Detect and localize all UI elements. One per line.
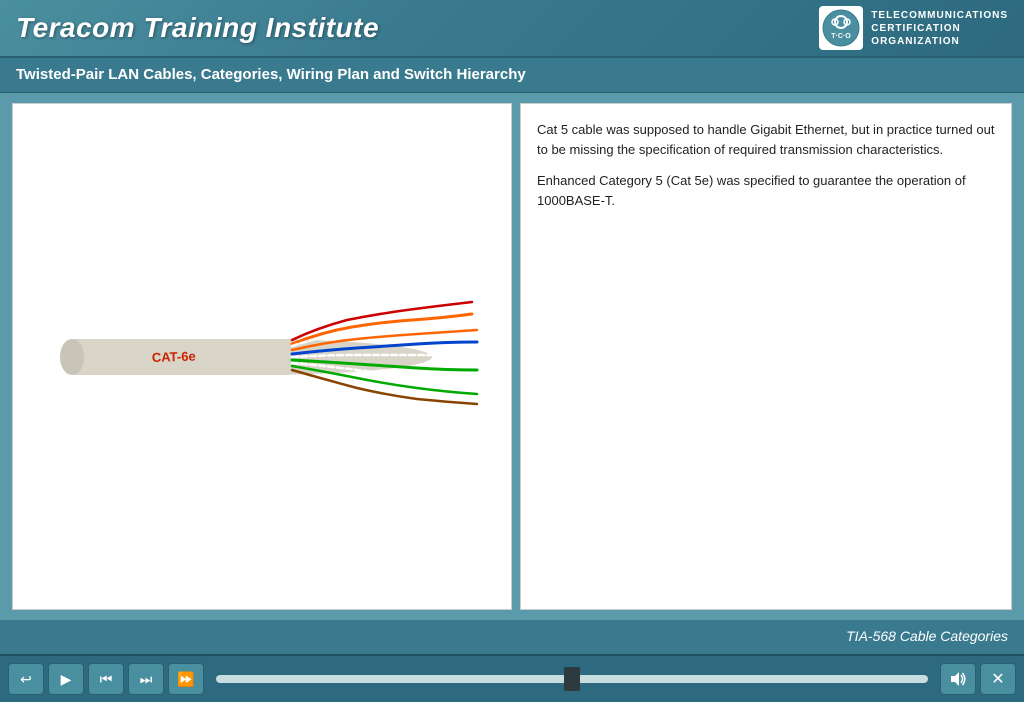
image-panel: CAT-6e: [12, 103, 512, 610]
fast-forward-button[interactable]: ⏩: [168, 663, 204, 695]
skip-back-button[interactable]: ⏮: [88, 663, 124, 695]
sub-header: Twisted-Pair LAN Cables, Categories, Wir…: [0, 58, 1024, 93]
progress-bar[interactable]: [216, 675, 928, 683]
svg-text:CAT-6e: CAT-6e: [152, 348, 196, 365]
paragraph-1: Cat 5 cable was supposed to handle Gigab…: [537, 120, 995, 159]
tco-line3: ORGANIZATION: [871, 35, 959, 48]
text-panel: Cat 5 cable was supposed to handle Gigab…: [520, 103, 1012, 610]
controls-bar: ↩ ▶ ⏮ ⏭ ⏩ ✕: [0, 654, 1024, 702]
slide-title: Twisted-Pair LAN Cables, Categories, Wir…: [16, 66, 526, 83]
main-content: CAT-6e: [0, 93, 1024, 620]
paragraph-2: Enhanced Category 5 (Cat 5e) was specifi…: [537, 171, 995, 210]
tco-line1: TELECOMMUNICATIONS: [871, 9, 1008, 22]
caption-text: TIA-568 Cable Categories: [846, 628, 1008, 644]
skip-next-button[interactable]: ⏭: [128, 663, 164, 695]
app-title: Teracom Training Institute: [16, 12, 379, 44]
back-button[interactable]: ↩: [8, 663, 44, 695]
cable-illustration: CAT-6e: [32, 292, 492, 422]
logo-area: T·C·O TELECOMMUNICATIONS CERTIFICATION O…: [819, 6, 1008, 50]
progress-thumb[interactable]: [564, 667, 580, 691]
svg-text:T·C·O: T·C·O: [832, 33, 852, 40]
play-button[interactable]: ▶: [48, 663, 84, 695]
tco-logo: T·C·O: [819, 6, 863, 50]
header: Teracom Training Institute T·C·O TELECOM…: [0, 0, 1024, 58]
tco-line2: CERTIFICATION: [871, 22, 960, 35]
volume-icon: [949, 670, 967, 688]
tco-text: TELECOMMUNICATIONS CERTIFICATION ORGANIZ…: [871, 9, 1008, 48]
volume-button[interactable]: [940, 663, 976, 695]
caption-bar: TIA-568 Cable Categories: [0, 620, 1024, 654]
close-button[interactable]: ✕: [980, 663, 1016, 695]
